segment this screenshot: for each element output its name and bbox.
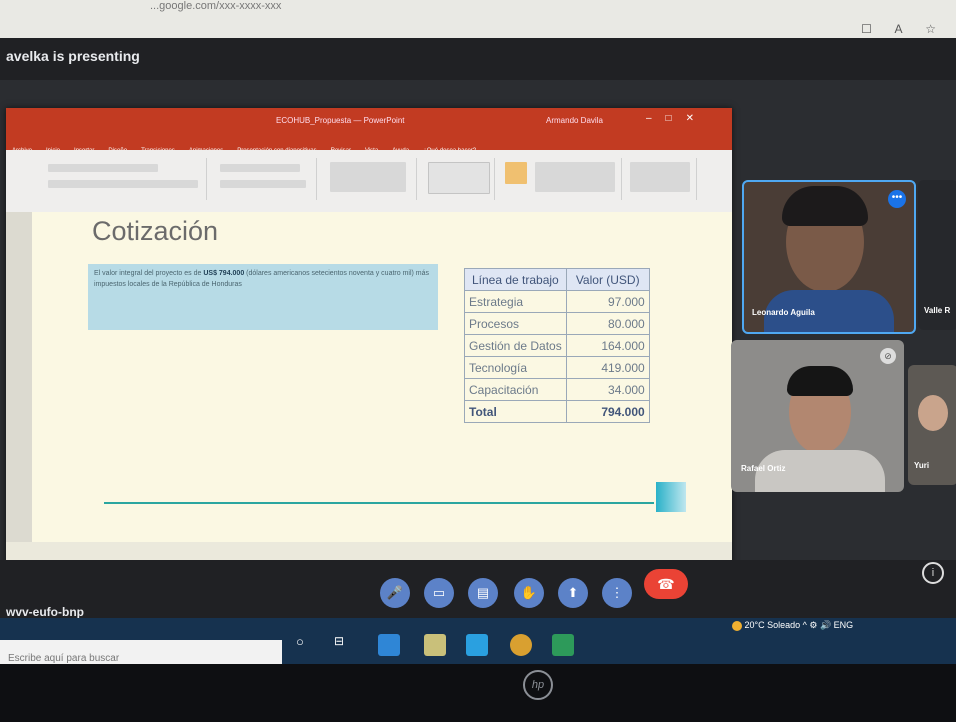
slide-text-box: El valor integral del proyecto es de US$… (88, 264, 438, 330)
table-header: Línea de trabajo (464, 268, 567, 291)
captions-icon: ▤ (476, 585, 490, 600)
mic-off-icon: ⊘ (880, 348, 896, 364)
captions-button[interactable]: ▤ (468, 578, 498, 608)
participant-name: Yuri (914, 461, 930, 470)
ppt-title-bar: ECOHUB_Propuesta — PowerPoint Armando Da… (6, 108, 732, 136)
more-options-button[interactable]: ⋮ (602, 578, 632, 608)
total-value: 794.000 (565, 400, 650, 423)
slide-text: El valor integral del proyecto es de US$… (94, 270, 430, 288)
table-cell-line: Gestión de Datos (464, 334, 567, 357)
participant-video (918, 395, 948, 431)
more-vertical-icon: ⋮ (610, 585, 624, 600)
ribbon-group-editing[interactable] (626, 158, 697, 200)
ribbon-group-text[interactable] (326, 158, 417, 200)
edge-icon[interactable] (378, 634, 400, 656)
table-cell-line: Estrategia (464, 290, 567, 313)
total-label: Total (464, 400, 567, 423)
mic-icon: 🎤 (386, 585, 404, 600)
table-row: Procesos 80.000 (464, 312, 650, 335)
table-cell-value: 80.000 (565, 312, 650, 335)
taskbar-search-placeholder: Escribe aquí para buscar (8, 653, 120, 664)
table-cell-value: 34.000 (565, 378, 650, 401)
window-controls[interactable]: –□✕ (646, 113, 708, 124)
weather-text: 20°C Soleado (744, 620, 801, 630)
chrome-icon[interactable] (510, 634, 532, 656)
browser-toolbar-icons[interactable]: ☐ A ☆ (861, 22, 946, 36)
table-cell-line: Capacitación (464, 378, 567, 401)
presenting-label: avelka is presenting (6, 48, 140, 64)
meeting-top-bar (0, 38, 956, 80)
info-icon[interactable]: i (922, 562, 944, 584)
table-header: Valor (USD) (565, 268, 650, 291)
task-view-icon[interactable]: ⊟ (334, 634, 356, 656)
ribbon-group-drawing[interactable] (501, 158, 622, 200)
ppt-ribbon (6, 150, 732, 213)
slide-decor-block (656, 482, 686, 512)
camera-button[interactable]: ▭ (424, 578, 454, 608)
table-row: Gestión de Datos 164.000 (464, 334, 650, 357)
tray-icons[interactable]: ^ ⚙ 🔊 ENG (803, 620, 854, 630)
meeting-code: wvv-eufo-bnp (6, 605, 84, 619)
end-call-button[interactable]: ☎ (644, 569, 688, 599)
ppt-title: ECOHUB_Propuesta — PowerPoint (276, 116, 405, 125)
slide-canvas: Cotización El valor integral del proyect… (32, 212, 732, 542)
table-total-row: Total 794.000 (464, 400, 650, 423)
table-cell-line: Tecnología (464, 356, 567, 379)
mic-button[interactable]: 🎤 (380, 578, 410, 608)
slide-title: Cotización (92, 216, 219, 246)
ppt-menu-bar: ArchivoInicioInsertarDiseñoTransicionesA… (6, 136, 732, 154)
table-row: Tecnología 419.000 (464, 356, 650, 379)
table-cell-value: 419.000 (565, 356, 650, 379)
system-tray[interactable]: 20°C Soleado ^ ⚙ 🔊 ENG (732, 620, 853, 631)
browser-strip (0, 0, 956, 38)
table-row: Capacitación 34.000 (464, 378, 650, 401)
present-button[interactable]: ⬆ (558, 578, 588, 608)
file-explorer-icon[interactable] (424, 634, 446, 656)
hand-icon: ✋ (520, 585, 538, 600)
ribbon-group-shapes[interactable] (424, 158, 495, 200)
weather-icon (732, 620, 742, 631)
laptop-bezel (0, 664, 956, 722)
phone-hangup-icon: ☎ (657, 576, 675, 592)
participant-name: Rafael Ortiz (741, 464, 786, 473)
more-options-icon[interactable]: ••• (888, 190, 906, 208)
table-row: Estrategia 97.000 (464, 290, 650, 313)
table-cell-value: 164.000 (565, 334, 650, 357)
participant-tile[interactable]: Yuri (908, 365, 956, 485)
ppt-user: Armando Davila (546, 116, 603, 125)
browser-url[interactable]: ...google.com/xxx-xxxx-xxx (150, 0, 281, 12)
participant-name: Valle R (924, 306, 951, 315)
start-icon[interactable]: ○ (296, 634, 318, 656)
participant-tile[interactable]: Valle R (918, 180, 956, 330)
participant-hair (787, 366, 853, 396)
slides-pane[interactable] (6, 212, 32, 606)
raise-hand-button[interactable]: ✋ (514, 578, 544, 608)
ribbon-group-paragraph[interactable] (216, 158, 317, 200)
present-icon: ⬆ (567, 585, 579, 600)
table-cell-value: 97.000 (565, 290, 650, 313)
excel-icon[interactable] (552, 634, 574, 656)
slide-decor-line (104, 502, 654, 504)
cost-table: Línea de trabajo Valor (USD) Estrategia 9… (464, 268, 650, 423)
participant-tile-active[interactable]: ••• Leonardo Aguila (742, 180, 916, 334)
table-cell-line: Procesos (464, 312, 567, 335)
hp-logo: hp (523, 670, 553, 700)
participant-hair (782, 186, 868, 226)
ribbon-group-font[interactable] (46, 158, 207, 200)
participant-tile[interactable]: ⊘ Rafael Ortiz (731, 340, 904, 492)
store-icon[interactable] (466, 634, 488, 656)
participant-name: Leonardo Aguila (752, 308, 815, 317)
shared-powerpoint-window: ECOHUB_Propuesta — PowerPoint Armando Da… (6, 108, 732, 606)
camera-icon: ▭ (432, 585, 446, 600)
